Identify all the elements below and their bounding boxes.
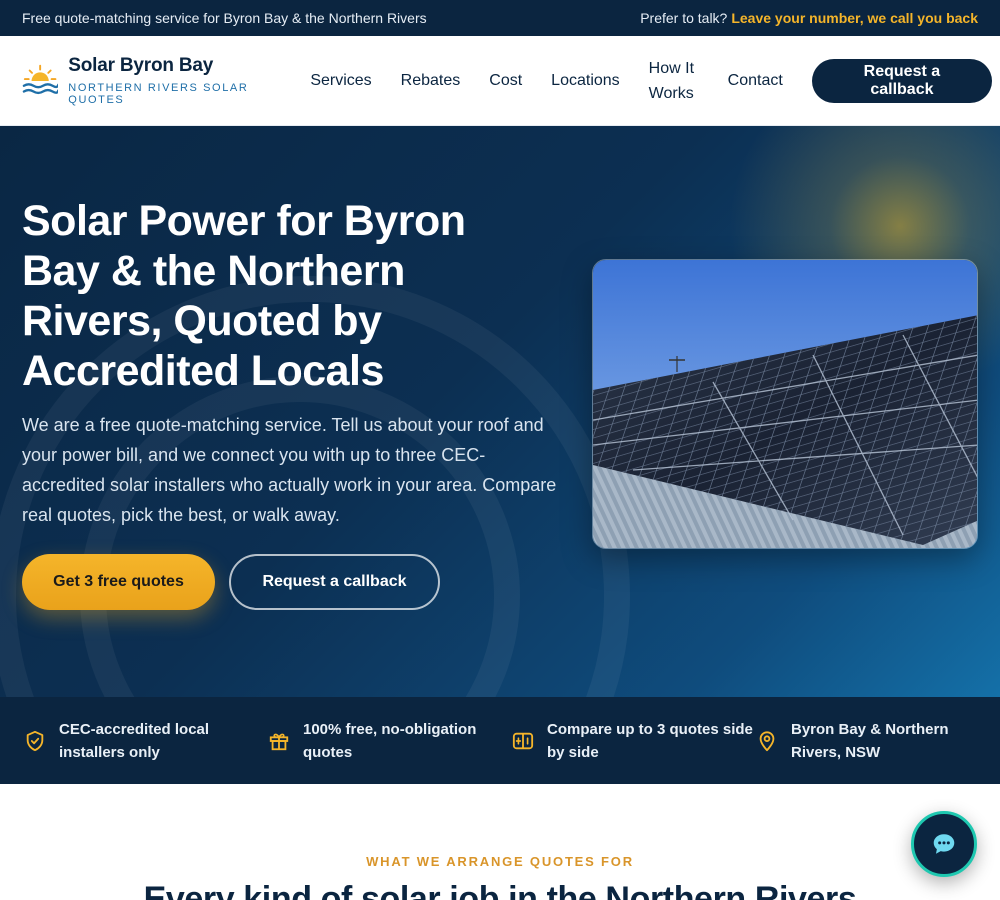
callback-link[interactable]: Leave your number, we call you back <box>731 10 978 26</box>
brand-logo-link[interactable]: Solar Byron Bay NORTHERN RIVERS SOLAR QU… <box>22 55 298 106</box>
section-eyebrow: WHAT WE ARRANGE QUOTES FOR <box>366 854 634 869</box>
trust-item-location: Byron Bay & Northern Rivers, NSW <box>756 718 1000 764</box>
hero-description: We are a free quote-matching service. Te… <box>22 415 557 525</box>
nav-item-cost[interactable]: Cost <box>489 68 522 93</box>
hero-section: Solar Power for Byron Bay & the Northern… <box>0 126 1000 697</box>
chat-launcher-button[interactable] <box>911 811 977 877</box>
chat-bubble-icon <box>933 834 955 854</box>
main-nav: Services Rebates Cost Locations How It W… <box>310 56 812 106</box>
header-callback-button[interactable]: Request a callback <box>811 58 992 103</box>
gift-icon <box>269 733 289 750</box>
trust-item-accredited: CEC-accredited local installers only <box>24 718 268 764</box>
get-quotes-button[interactable]: Get 3 free quotes <box>22 554 215 610</box>
services-section: WHAT WE ARRANGE QUOTES FOR Every kind of… <box>0 784 1000 900</box>
trust-text: CEC-accredited local installers only <box>59 720 210 761</box>
solar-panels-photo <box>592 259 978 549</box>
hero-title: Solar Power for Byron Bay & the Northern… <box>22 197 466 395</box>
sun-over-waves-icon <box>22 64 59 94</box>
brand-text: Solar Byron Bay NORTHERN RIVERS SOLAR QU… <box>68 55 298 106</box>
section-title: Every kind of solar job in the Northern … <box>143 880 857 900</box>
nav-item-contact[interactable]: Contact <box>728 68 783 93</box>
nav-item-rebates[interactable]: Rebates <box>401 68 461 93</box>
brand-name: Solar Byron Bay <box>68 55 214 76</box>
trust-strip: CEC-accredited local installers only 100… <box>0 697 1000 784</box>
brand-tagline: NORTHERN RIVERS SOLAR QUOTES <box>68 82 249 106</box>
nav-item-locations[interactable]: Locations <box>551 68 620 93</box>
callback-prompt-label: Prefer to talk? <box>640 10 728 26</box>
hero-callback-button[interactable]: Request a callback <box>229 554 440 610</box>
solar-panels-image <box>593 260 977 548</box>
site-header: Solar Byron Bay NORTHERN RIVERS SOLAR QU… <box>0 36 1000 126</box>
trust-text: Compare up to 3 quotes side by side <box>547 720 753 761</box>
trust-text: Byron Bay & Northern Rivers, NSW <box>791 720 949 761</box>
trust-item-free: 100% free, no-obligation quotes <box>268 718 512 764</box>
announcement-text: Free quote-matching service for Byron Ba… <box>22 10 427 26</box>
compare-icon <box>512 732 534 749</box>
trust-text: 100% free, no-obligation quotes <box>303 720 477 761</box>
nav-item-how-it-works[interactable]: How It Works <box>649 56 699 106</box>
nav-item-services[interactable]: Services <box>310 68 371 93</box>
map-pin-icon <box>759 730 775 751</box>
shield-check-icon <box>26 730 44 751</box>
announcement-bar: Free quote-matching service for Byron Ba… <box>0 0 1000 36</box>
callback-prompt: Prefer to talk? Leave your number, we ca… <box>640 10 978 26</box>
trust-item-compare: Compare up to 3 quotes side by side <box>512 718 756 764</box>
